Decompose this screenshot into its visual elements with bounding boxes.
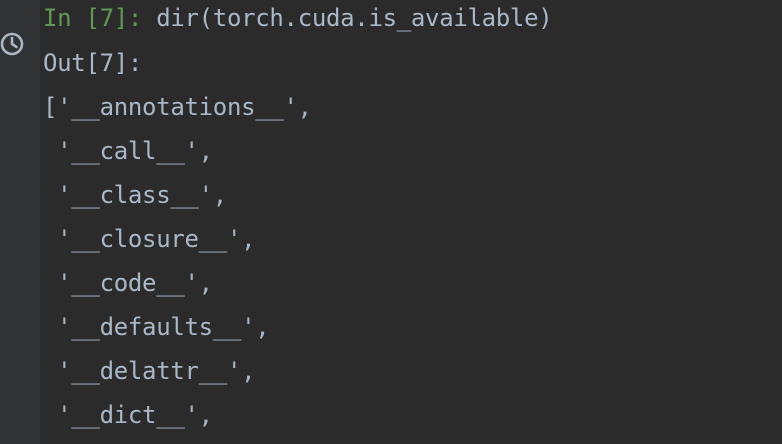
output-line: '__call__', xyxy=(43,137,213,165)
input-command: dir(torch.cuda.is_available) xyxy=(156,4,553,32)
input-prompt: In [7]: xyxy=(43,4,143,32)
output-line: '__delattr__', xyxy=(43,357,256,385)
history-clock-icon[interactable] xyxy=(0,31,26,57)
output-line: '__class__', xyxy=(43,181,227,209)
output-prompt: Out[7]: xyxy=(43,49,143,77)
console-output-area[interactable]: In [7]: dir(torch.cuda.is_available) Out… xyxy=(43,0,782,444)
python-console: In [7]: dir(torch.cuda.is_available) Out… xyxy=(0,0,782,444)
output-line: '__code__', xyxy=(43,269,213,297)
input-line: In [7]: dir(torch.cuda.is_available) xyxy=(43,0,553,40)
output-line: '__defaults__', xyxy=(43,313,270,341)
output-line: '__closure__', xyxy=(43,225,256,253)
console-gutter xyxy=(0,0,40,444)
output-line: ['__annotations__', xyxy=(43,93,312,121)
output-line: '__dict__', xyxy=(43,401,213,429)
